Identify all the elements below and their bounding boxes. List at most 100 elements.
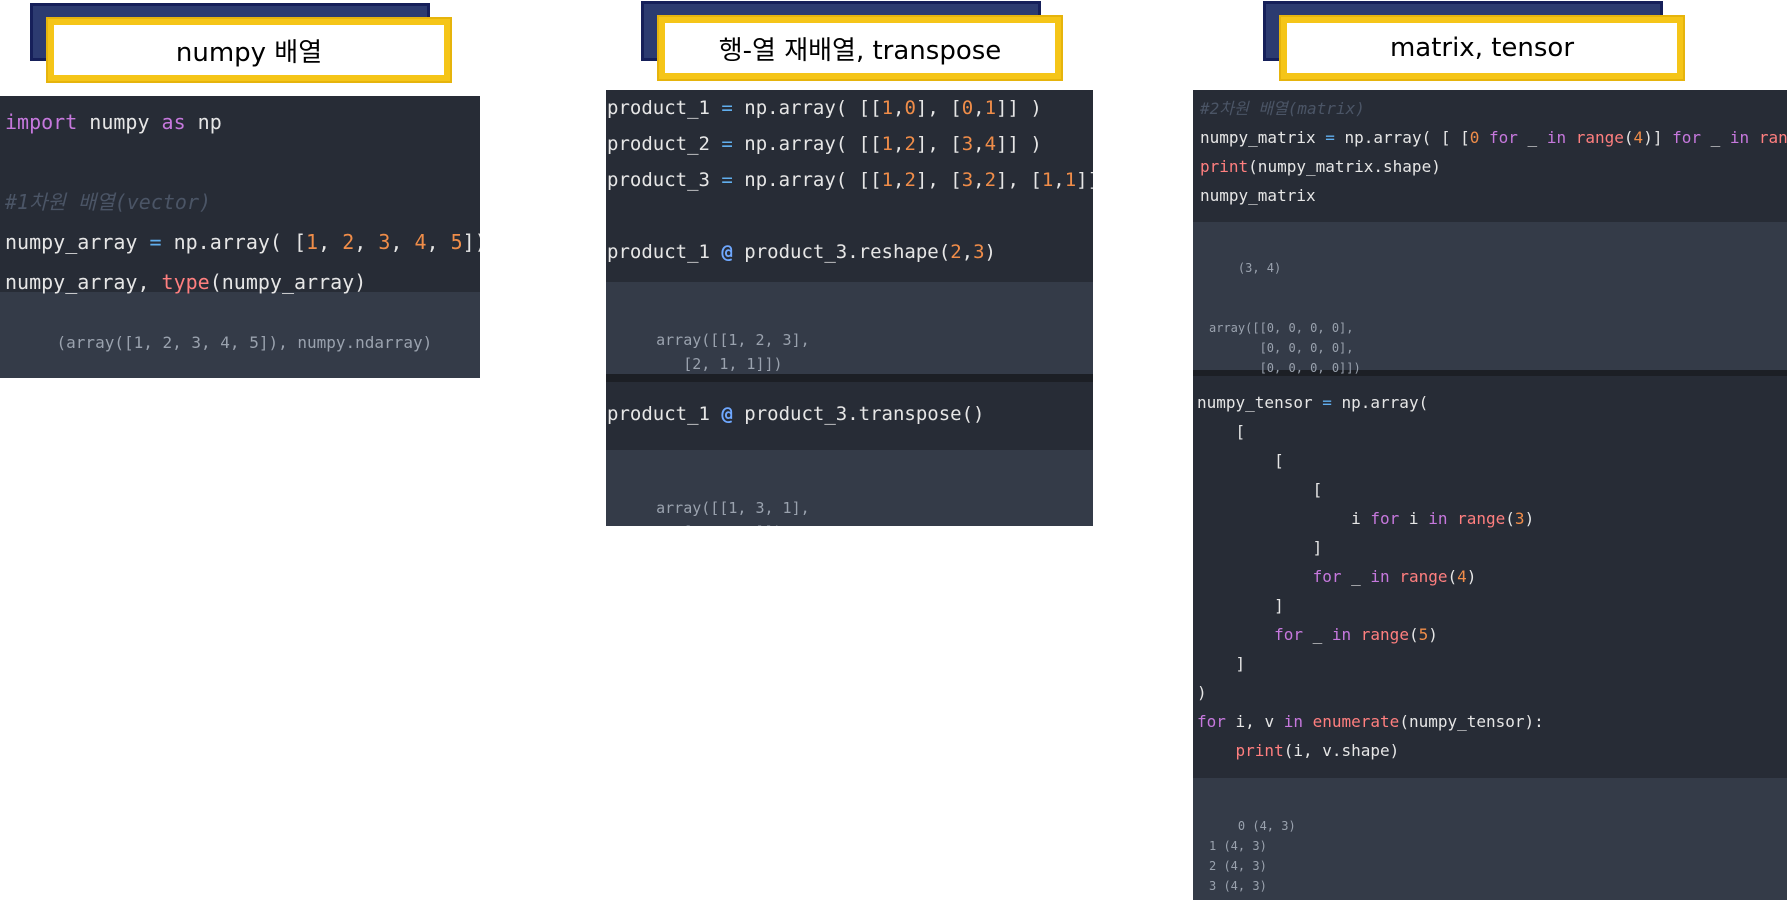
- code-cell: numpy_tensor = np.array( [ [ [ i for i i…: [1193, 376, 1787, 778]
- code-token: ): [1524, 509, 1535, 528]
- code-token: np.array( [ [: [1334, 128, 1470, 147]
- code-token: ,: [973, 97, 985, 119]
- code-token: _: [1341, 567, 1371, 586]
- code-token: #2차원 배열(matrix): [1200, 99, 1365, 118]
- code-token: _: [1701, 128, 1730, 147]
- code-line: ): [1197, 678, 1787, 707]
- code-line: numpy_matrix = np.array( [ [0 for _ in r…: [1200, 123, 1787, 152]
- code-token: ]: [1197, 654, 1246, 673]
- code-token: for: [1489, 128, 1518, 147]
- output-cell: (3, 4) array([[0, 0, 0, 0], [0, 0, 0, 0]…: [1193, 222, 1787, 375]
- output-text: (3, 4) array([[0, 0, 0, 0], [0, 0, 0, 0]…: [1209, 261, 1361, 375]
- code-line: numpy_array = np.array( [1, 2, 3, 4, 5]): [5, 222, 480, 262]
- code-token: ]): [462, 230, 480, 254]
- code-token: print: [1200, 157, 1249, 176]
- code-token: 1: [881, 133, 894, 155]
- code-token: range: [1457, 509, 1506, 528]
- code-line: for _ in range(5): [1197, 620, 1787, 649]
- code-token: in: [1370, 567, 1390, 586]
- code-token: (: [1623, 128, 1634, 147]
- output-text: 0 (4, 3) 1 (4, 3) 2 (4, 3) 3 (4, 3) 4 (4…: [1209, 819, 1296, 900]
- code-token: product_1: [607, 403, 722, 425]
- code-panel-vector: import numpy as np #1차원 배열(vector) numpy_…: [0, 96, 480, 378]
- code-token: 1: [1064, 169, 1077, 191]
- code-token: ]: [1197, 596, 1284, 615]
- code-token: numpy: [77, 110, 162, 134]
- code-token: ], [: [915, 133, 962, 155]
- code-line: ]: [1197, 533, 1787, 562]
- code-token: 1: [984, 97, 997, 119]
- output-text: array([[1, 2, 3], [2, 1, 1]]): [656, 331, 810, 373]
- code-token: ]] ): [996, 133, 1042, 155]
- code-token: ): [984, 241, 996, 263]
- code-token: 3: [378, 230, 391, 254]
- code-line: i for i in range(3): [1197, 504, 1787, 533]
- code-token: (numpy_matrix.shape): [1248, 157, 1441, 176]
- output-text: array([[1, 3, 1], [2, 2, 1]]): [656, 499, 810, 526]
- code-line: for i, v in enumerate(numpy_tensor):: [1197, 707, 1787, 736]
- code-token: for: [1312, 567, 1342, 586]
- code-token: as: [161, 110, 186, 134]
- code-token: ,: [318, 230, 343, 254]
- code-line: print(numpy_matrix.shape): [1200, 152, 1787, 181]
- code-token: ,: [961, 241, 974, 263]
- code-token: 0: [961, 97, 974, 119]
- code-token: for: [1274, 625, 1303, 644]
- code-token: 1: [881, 169, 894, 191]
- code-token: ,: [893, 133, 905, 155]
- code-line: import numpy as np: [5, 102, 480, 142]
- code-token: 4: [1633, 128, 1644, 147]
- code-token: import: [5, 110, 78, 134]
- code-token: =: [1325, 128, 1335, 147]
- code-token: 4: [984, 133, 997, 155]
- code-token: 2: [342, 230, 355, 254]
- code-token: 3: [1514, 509, 1525, 528]
- code-token: ]] ): [996, 97, 1042, 119]
- code-lines: import numpy as np #1차원 배열(vector) numpy_…: [5, 102, 480, 302]
- code-token: 0: [1469, 128, 1480, 147]
- code-token: for: [1197, 712, 1226, 731]
- code-token: =: [721, 133, 733, 155]
- code-line: print(i, v.shape): [1197, 736, 1787, 765]
- code-line: product_1 @ product_3.reshape(2,3): [607, 234, 1093, 270]
- code-token: [: [1197, 422, 1246, 441]
- code-line: #1차원 배열(vector): [5, 182, 480, 222]
- code-token: 2: [904, 169, 916, 191]
- code-line: ]: [1197, 649, 1787, 678]
- code-token: (: [1505, 509, 1515, 528]
- code-token: [: [1197, 480, 1323, 499]
- code-token: ], [: [996, 169, 1042, 191]
- code-lines: product_1 = np.array( [[1,0], [0,1]] ) pr…: [607, 90, 1093, 270]
- output-cell: 0 (4, 3) 1 (4, 3) 2 (4, 3) 3 (4, 3) 4 (4…: [1193, 778, 1787, 900]
- output-cell: array([[1, 2, 3], [2, 1, 1]]): [606, 282, 1093, 374]
- code-cell: import numpy as np #1차원 배열(vector) numpy_…: [0, 96, 480, 294]
- code-token: 0: [904, 97, 916, 119]
- code-token: (numpy_tensor):: [1399, 712, 1544, 731]
- title-transpose: 행-열 재배열, transpose: [641, 1, 1063, 81]
- code-token: enumerate: [1312, 712, 1400, 731]
- code-token: i: [1399, 509, 1429, 528]
- code-token: 3: [961, 133, 974, 155]
- code-token: in: [1546, 128, 1567, 147]
- code-token: =: [149, 230, 162, 254]
- code-token: product_3.reshape(: [732, 241, 951, 263]
- code-token: product_3.transpose(): [732, 403, 985, 425]
- code-token: np.array( [: [161, 230, 307, 254]
- code-cell: #2차원 배열(matrix) numpy_matrix = np.array( …: [1193, 90, 1787, 222]
- section-title: matrix, tensor: [1389, 33, 1575, 63]
- code-token: in: [1729, 128, 1750, 147]
- code-token: ], [: [915, 97, 962, 119]
- code-token: 3: [961, 169, 974, 191]
- code-token: )]: [1643, 128, 1673, 147]
- code-line: [: [1197, 446, 1787, 475]
- code-token: =: [1322, 393, 1332, 412]
- code-token: ,: [1053, 169, 1065, 191]
